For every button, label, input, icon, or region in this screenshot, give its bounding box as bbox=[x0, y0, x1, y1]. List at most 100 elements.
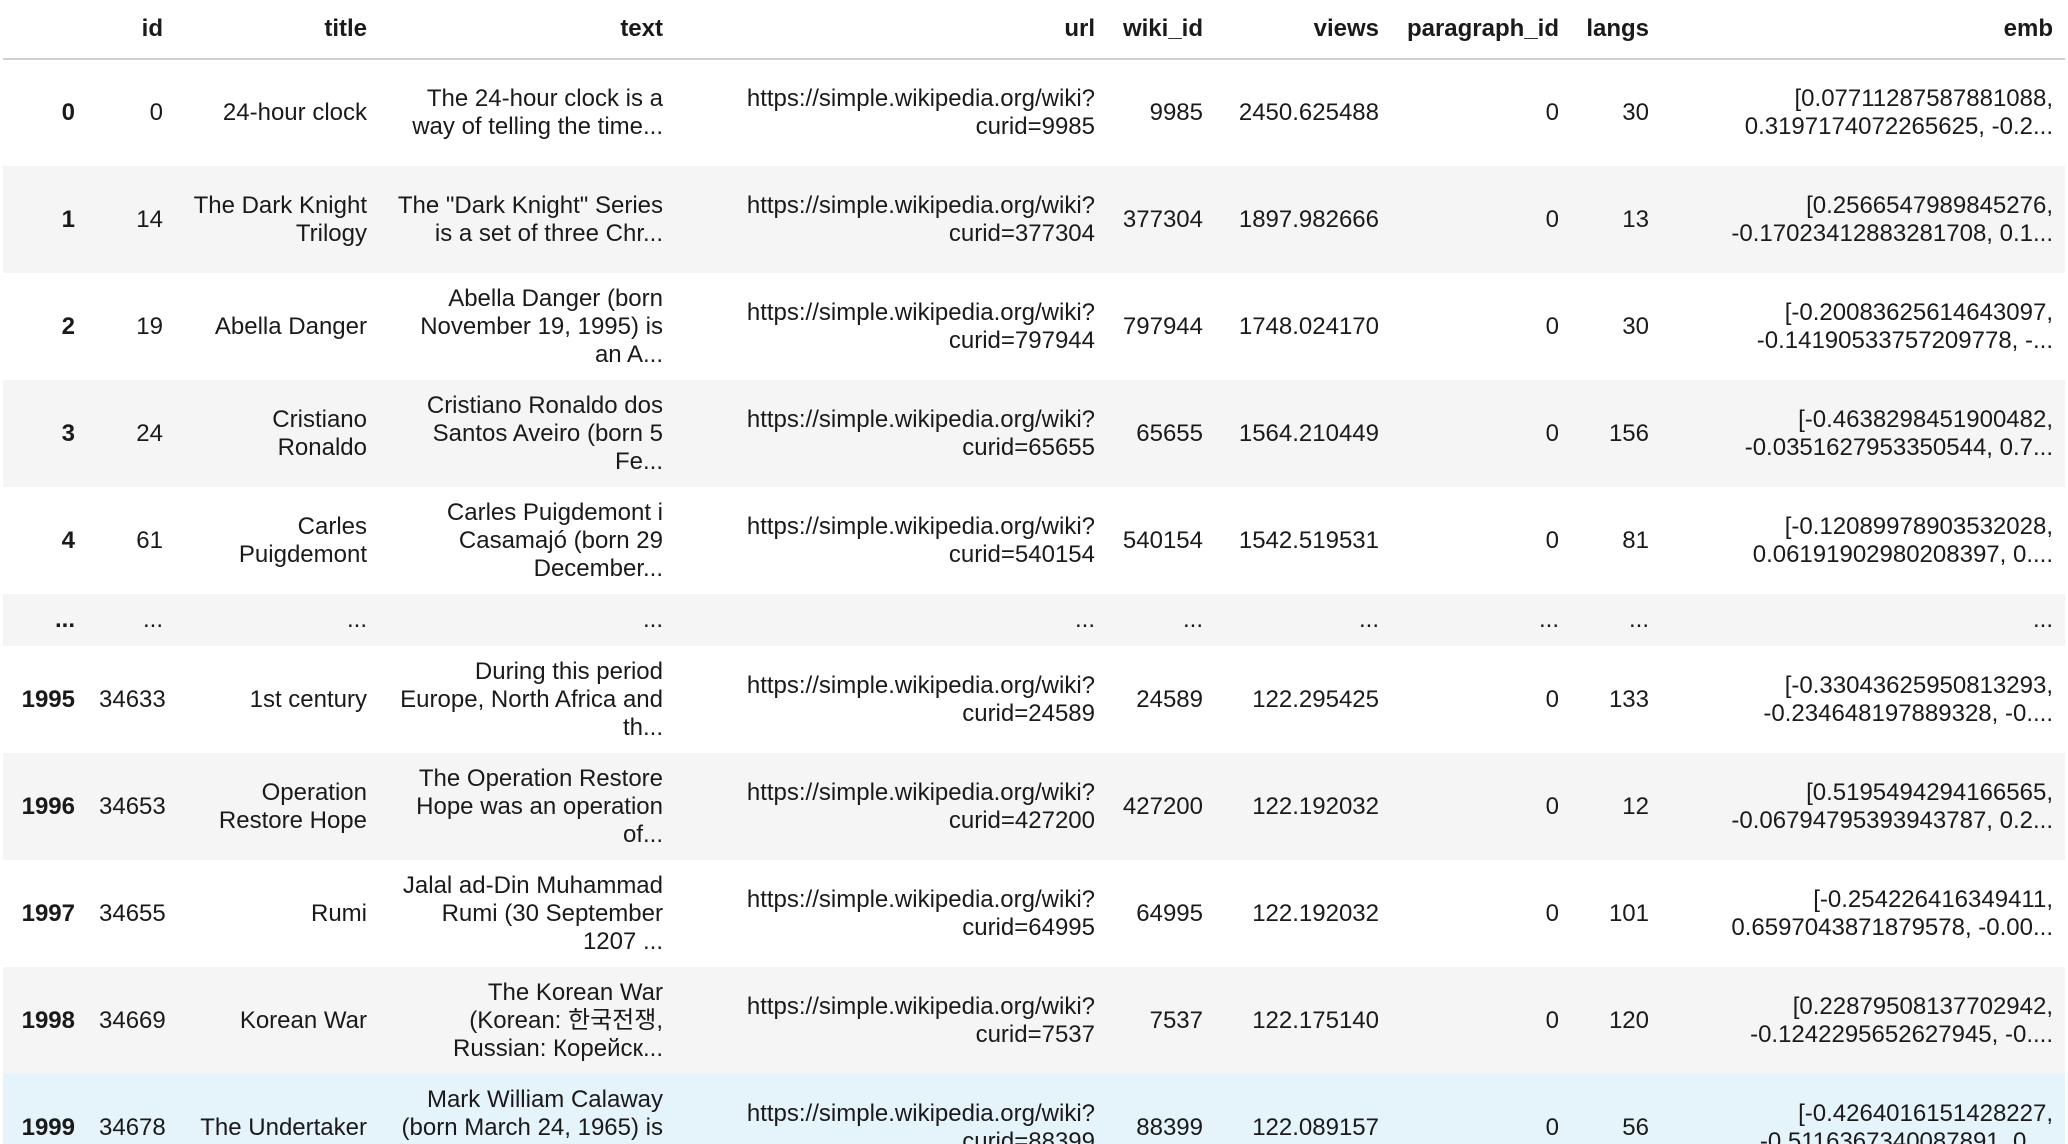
cell-langs: 30 bbox=[1622, 312, 1649, 340]
cell-title: The Dark Knight Trilogy bbox=[193, 191, 367, 247]
cell-title: Operation Restore Hope bbox=[218, 778, 367, 834]
cell-text: Carles Puigdemont i Casamajó (born 29 De… bbox=[446, 498, 663, 582]
cell-title: The Undertaker bbox=[200, 1113, 367, 1141]
column-header-id[interactable]: id bbox=[87, 0, 175, 60]
cell-wiki-id: 88399 bbox=[1136, 1113, 1203, 1141]
cell-title: Korean War bbox=[239, 1006, 367, 1034]
column-header-index[interactable] bbox=[3, 0, 87, 60]
table-row[interactable]: 1998 34669 Korean War The Korean War (Korea… bbox=[3, 967, 2065, 1074]
cell-langs: ... bbox=[1628, 606, 1649, 633]
cell-wiki-id: ... bbox=[1182, 606, 1203, 633]
cell-text: The "Dark Knight" Series is a set of thr… bbox=[397, 191, 663, 247]
cell-emb: ... bbox=[2032, 606, 2053, 633]
cell-text: The 24-hour clock is a way of telling th… bbox=[412, 85, 663, 140]
table-row[interactable]: 1997 34655 Rumi Jalal ad-Din Muhammad Rumi … bbox=[3, 860, 2065, 967]
cell-text: Abella Danger (born November 19, 1995) i… bbox=[420, 284, 663, 368]
cell-views: 2450.625488 bbox=[1238, 99, 1379, 126]
cell-emb: [0.22879508137702942, -0.124229565262794… bbox=[1750, 992, 2053, 1048]
table-row[interactable]: 1995 34633 1st century During this period E… bbox=[3, 646, 2065, 753]
cell-wiki-id: 65655 bbox=[1136, 419, 1203, 447]
row-index: 4 bbox=[61, 526, 75, 554]
cell-paragraph-id: 0 bbox=[1545, 312, 1559, 340]
cell-id: 19 bbox=[136, 312, 163, 340]
cell-id: 14 bbox=[136, 205, 163, 233]
row-index: 1997 bbox=[21, 899, 75, 927]
cell-views: 122.295425 bbox=[1252, 685, 1379, 713]
cell-views: 122.192032 bbox=[1252, 792, 1379, 820]
row-index: 1999 bbox=[21, 1113, 75, 1141]
ellipsis-row[interactable]: .............................. bbox=[3, 594, 2065, 646]
cell-views: 122.175140 bbox=[1252, 1006, 1379, 1034]
cell-emb: [0.07711287587881088, 0.3197174072265625… bbox=[1744, 85, 2053, 140]
row-index: 1995 bbox=[21, 685, 75, 713]
table-row[interactable]: 1999 34678 The Undertaker Mark William Cala… bbox=[3, 1074, 2065, 1144]
cell-wiki-id: 64995 bbox=[1136, 899, 1203, 927]
cell-views: 122.089157 bbox=[1252, 1113, 1379, 1141]
cell-id: 34655 bbox=[99, 899, 166, 927]
cell-langs: 156 bbox=[1608, 419, 1649, 447]
cell-langs: 101 bbox=[1608, 899, 1649, 927]
cell-paragraph-id: 0 bbox=[1545, 685, 1559, 713]
cell-wiki-id: 377304 bbox=[1122, 205, 1203, 233]
cell-emb: [-0.12089978903532028, 0.061919029802083… bbox=[1752, 512, 2053, 568]
cell-wiki-id: 797944 bbox=[1122, 312, 1203, 340]
cell-emb: [-0.33043625950813293, -0.23464819788932… bbox=[1763, 671, 2053, 727]
cell-url: https://simple.wikipedia.org/wiki?curid=… bbox=[746, 778, 1095, 834]
dataframe-view: id title text url wiki_id views paragrap… bbox=[0, 0, 2068, 1144]
cell-url: https://simple.wikipedia.org/wiki?curid=… bbox=[746, 298, 1095, 354]
cell-id: ... bbox=[142, 606, 163, 633]
table-row[interactable]: 4 61 Carles Puigdemont Carles Puigdemont i … bbox=[3, 487, 2065, 594]
cell-wiki-id: 9985 bbox=[1149, 99, 1203, 126]
cell-views: 122.192032 bbox=[1252, 899, 1379, 927]
column-header-text[interactable]: text bbox=[379, 0, 675, 60]
cell-paragraph-id: 0 bbox=[1545, 99, 1559, 126]
cell-langs: 133 bbox=[1608, 685, 1649, 713]
cell-id: 34633 bbox=[99, 685, 166, 713]
column-header-emb[interactable]: emb bbox=[1661, 0, 2065, 60]
cell-wiki-id: 24589 bbox=[1136, 685, 1203, 713]
cell-emb: [-0.4638298451900482, -0.035162795335054… bbox=[1744, 405, 2053, 461]
cell-views: 1897.982666 bbox=[1238, 205, 1379, 233]
cell-text: Mark William Calaway (born March 24, 196… bbox=[401, 1085, 663, 1144]
cell-text: During this period Europe, North Africa … bbox=[400, 657, 663, 741]
cell-title: 1st century bbox=[249, 685, 367, 713]
cell-id: 34653 bbox=[99, 792, 166, 820]
cell-url: https://simple.wikipedia.org/wiki?curid=… bbox=[746, 191, 1095, 247]
cell-langs: 81 bbox=[1622, 526, 1649, 554]
cell-paragraph-id: 0 bbox=[1545, 526, 1559, 554]
row-index: 1 bbox=[61, 205, 75, 233]
cell-views: 1542.519531 bbox=[1238, 526, 1379, 554]
row-index: 0 bbox=[61, 99, 75, 126]
table-body: 0 0 24-hour clock The 24-hour clock is a wa… bbox=[3, 59, 2065, 1144]
cell-url: https://simple.wikipedia.org/wiki?curid=… bbox=[746, 671, 1095, 727]
cell-paragraph-id: 0 bbox=[1545, 419, 1559, 447]
cell-emb: [-0.4264016151428227, -0.511636734008789… bbox=[1759, 1099, 2053, 1144]
cell-title: Cristiano Ronaldo bbox=[272, 405, 367, 461]
column-header-paragraph-id[interactable]: paragraph_id bbox=[1391, 0, 1571, 60]
cell-views: 1564.210449 bbox=[1238, 419, 1379, 447]
column-header-views[interactable]: views bbox=[1215, 0, 1391, 60]
cell-title: ... bbox=[346, 606, 367, 633]
cell-paragraph-id: 0 bbox=[1545, 899, 1559, 927]
cell-paragraph-id: 0 bbox=[1545, 1113, 1559, 1141]
table-row[interactable]: 1996 34653 Operation Restore Hope The Opera… bbox=[3, 753, 2065, 860]
table-row[interactable]: 3 24 Cristiano Ronaldo Cristiano Ronaldo do… bbox=[3, 380, 2065, 487]
table-row[interactable]: 0 0 24-hour clock The 24-hour clock is a wa… bbox=[3, 59, 2065, 166]
cell-id: 24 bbox=[136, 419, 163, 447]
column-header-langs[interactable]: langs bbox=[1571, 0, 1661, 60]
cell-url: https://simple.wikipedia.org/wiki?curid=… bbox=[746, 992, 1095, 1048]
table-row[interactable]: 1 14 The Dark Knight Trilogy The "Dark Knig… bbox=[3, 166, 2065, 273]
cell-text: Jalal ad-Din Muhammad Rumi (30 September… bbox=[402, 871, 663, 955]
cell-langs: 13 bbox=[1622, 205, 1649, 233]
table-row[interactable]: 2 19 Abella Danger Abella Danger (born Nove… bbox=[3, 273, 2065, 380]
row-index: 1996 bbox=[21, 792, 75, 820]
column-header-wiki-id[interactable]: wiki_id bbox=[1107, 0, 1215, 60]
cell-wiki-id: 427200 bbox=[1122, 792, 1203, 820]
cell-emb: [0.2566547989845276, -0.1702341288328170… bbox=[1731, 191, 2053, 247]
cell-langs: 120 bbox=[1608, 1006, 1649, 1034]
cell-views: 1748.024170 bbox=[1238, 312, 1379, 340]
column-header-url[interactable]: url bbox=[675, 0, 1107, 60]
cell-langs: 12 bbox=[1622, 792, 1649, 820]
cell-url: https://simple.wikipedia.org/wiki?curid=… bbox=[746, 1099, 1095, 1144]
column-header-title[interactable]: title bbox=[175, 0, 379, 60]
